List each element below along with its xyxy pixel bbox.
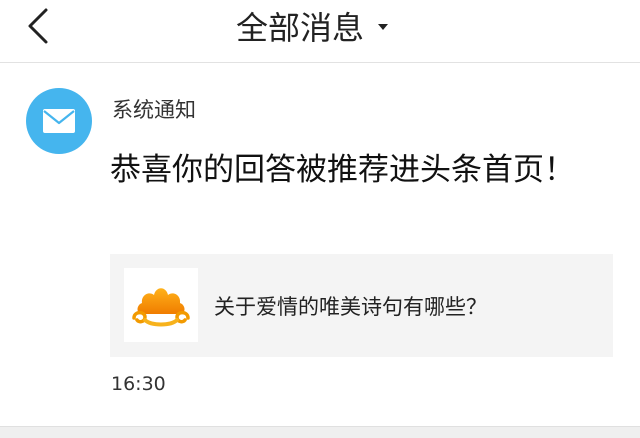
timestamp: 16:30 [111,373,166,395]
top-bar: 全部消息 [0,0,640,63]
notification-message: 恭喜你的回答被推荐进头条首页！ [110,152,575,188]
page-title: 全部消息 [236,9,365,47]
caret-down-icon [378,24,389,30]
sender-name: 系统通知 [112,98,196,122]
question-card[interactable]: 关于爱情的唯美诗句有哪些？ [110,254,613,357]
mail-icon [43,109,75,133]
card-question: 关于爱情的唯美诗句有哪些？ [214,294,487,319]
avatar[interactable] [26,88,92,154]
chevron-left-icon [28,8,48,44]
golden-cloud-logo-icon [132,288,190,327]
message-filter-dropdown[interactable]: 全部消息 [236,6,389,47]
section-divider [0,426,640,438]
card-thumbnail [124,268,198,342]
back-button[interactable] [18,6,62,50]
